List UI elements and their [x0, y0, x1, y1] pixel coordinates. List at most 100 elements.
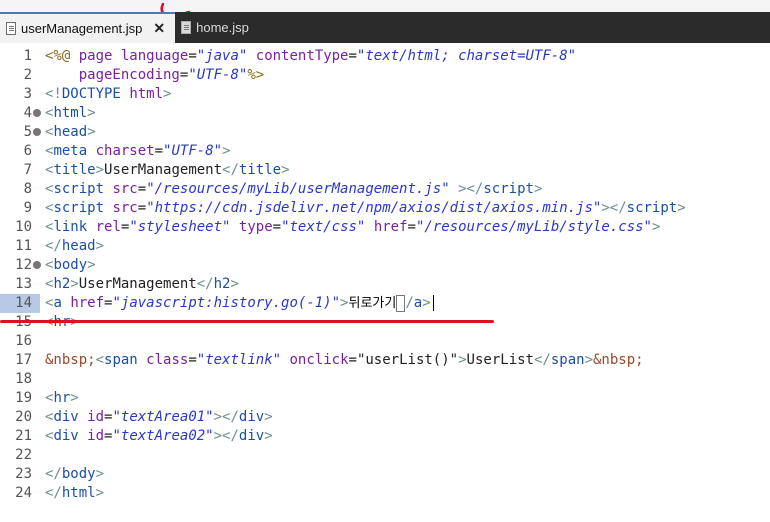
code-token: meta — [53, 143, 88, 159]
code-line[interactable]: 10 <link rel="stylesheet" type="text/css"… — [0, 218, 770, 237]
code-token: > — [95, 162, 105, 178]
code-line[interactable]: 6 <meta charset="UTF-8"> — [0, 142, 770, 161]
code-text: <link rel="stylesheet" type="text/css" h… — [45, 218, 660, 237]
line-number: 22 — [15, 447, 32, 463]
code-line[interactable]: 8 <script src="/resources/myLib/userManag… — [0, 180, 770, 199]
code-line[interactable]: 19 <hr> — [0, 389, 770, 408]
code-editor[interactable]: 1 <%@ page language="java" contentType="t… — [0, 43, 770, 522]
code-token: > — [95, 466, 105, 482]
code-token: > — [70, 276, 79, 292]
code-token: class — [146, 352, 189, 368]
code-line[interactable]: 9 <script src="https://cdn.jsdelivr.net/n… — [0, 199, 770, 218]
code-token: onclick — [289, 352, 349, 368]
code-token: html — [61, 485, 96, 501]
code-token: "java" — [196, 48, 248, 64]
code-token: > — [264, 409, 273, 425]
line-number: 10 — [15, 219, 32, 235]
code-text: <html> — [45, 104, 96, 123]
line-number: 6 — [23, 143, 32, 159]
code-line[interactable]: 18 — [0, 370, 770, 389]
code-text: <div id="textArea01"></div> — [45, 408, 273, 427]
code-text: <a href="javascript:history.go(-1)">뒤로가기… — [45, 294, 434, 313]
code-token: = — [188, 48, 197, 64]
code-token: "text/html; charset=UTF-8" — [356, 48, 577, 64]
code-token: html — [129, 86, 164, 102]
code-line[interactable]: 17 &nbsp;<span class="textlink" onclick="… — [0, 351, 770, 370]
fold-toggle-icon[interactable] — [33, 261, 41, 269]
code-line[interactable]: 20 <div id="textArea01"></div> — [0, 408, 770, 427]
line-number: 2 — [23, 67, 32, 83]
code-token: language — [120, 48, 189, 64]
code-token: > — [422, 295, 431, 311]
code-token: DOCTYPE — [61, 86, 121, 102]
code-text: pageEncoding="UTF-8"%> — [45, 66, 264, 85]
fold-toggle-icon[interactable] — [33, 109, 41, 117]
code-token: < — [95, 352, 105, 368]
tab-home-jsp[interactable]: home.jsp — [175, 12, 259, 43]
code-token: title — [238, 162, 282, 178]
code-line[interactable]: 2 pageEncoding="UTF-8"%> — [0, 66, 770, 85]
top-strip — [0, 0, 770, 12]
code-token: contentType — [255, 48, 349, 64]
code-token: type — [238, 219, 273, 235]
code-token: ></ — [458, 181, 484, 197]
code-token: ></ — [213, 409, 239, 425]
code-line[interactable]: 4 <html> — [0, 104, 770, 123]
code-line[interactable]: 5 <head> — [0, 123, 770, 142]
line-number: 8 — [23, 181, 32, 197]
code-token: > — [533, 181, 543, 197]
code-token: rel — [95, 219, 121, 235]
line-number: 3 — [23, 86, 32, 102]
close-icon[interactable]: ✕ — [153, 20, 165, 37]
code-line[interactable]: 23 </body> — [0, 465, 770, 484]
code-line[interactable]: 21 <div id="textArea02"></div> — [0, 427, 770, 446]
code-token: = — [407, 219, 416, 235]
code-token: h2 — [213, 276, 231, 292]
code-token: ></ — [601, 200, 627, 216]
code-token: > — [677, 200, 686, 216]
code-line[interactable]: 1 <%@ page language="java" contentType="t… — [0, 47, 770, 66]
line-number: 12 — [15, 257, 32, 273]
code-line[interactable]: 11 </head> — [0, 237, 770, 256]
code-token: %> — [247, 67, 265, 83]
code-line[interactable]: 12 <body> — [0, 256, 770, 275]
code-token: = — [137, 200, 147, 216]
line-number: 16 — [15, 333, 32, 349]
code-line[interactable]: 24 </html> — [0, 484, 770, 503]
line-number: 17 — [15, 352, 32, 368]
code-token: > — [264, 428, 273, 444]
code-line[interactable]: 13 <h2>UserManagement</h2> — [0, 275, 770, 294]
line-number: 7 — [23, 162, 32, 178]
code-token: href — [70, 295, 105, 311]
fold-toggle-icon[interactable] — [33, 128, 41, 136]
code-token: <%@ — [45, 48, 79, 64]
code-token: "userList()" — [356, 352, 459, 368]
code-line[interactable]: 3 <!DOCTYPE html> — [0, 85, 770, 104]
code-text: </head> — [45, 237, 104, 256]
tab-usermanagement-jsp[interactable]: userManagement.jsp ✕ — [0, 12, 176, 43]
code-token: src — [112, 181, 138, 197]
code-token: charset — [95, 143, 155, 159]
code-token: <! — [45, 86, 62, 102]
code-token: </ — [45, 466, 62, 482]
code-token: id — [87, 428, 105, 444]
code-token: script — [53, 200, 105, 216]
code-token: = — [137, 181, 147, 197]
code-line[interactable]: 14 <a href="javascript:history.go(-1)">뒤로… — [0, 294, 770, 313]
code-token: h2 — [53, 276, 71, 292]
code-token: "https://cdn.jsdelivr.net/npm/axios/dist… — [146, 200, 602, 216]
code-line[interactable]: 16 — [0, 332, 770, 351]
code-token: </ — [45, 485, 62, 501]
code-token: </ — [533, 352, 551, 368]
code-token: > — [87, 105, 96, 121]
code-text: <meta charset="UTF-8"> — [45, 142, 231, 161]
code-line[interactable]: 22 — [0, 446, 770, 465]
code-token: head — [53, 124, 88, 140]
code-line[interactable]: 7 <title>UserManagement</title> — [0, 161, 770, 180]
